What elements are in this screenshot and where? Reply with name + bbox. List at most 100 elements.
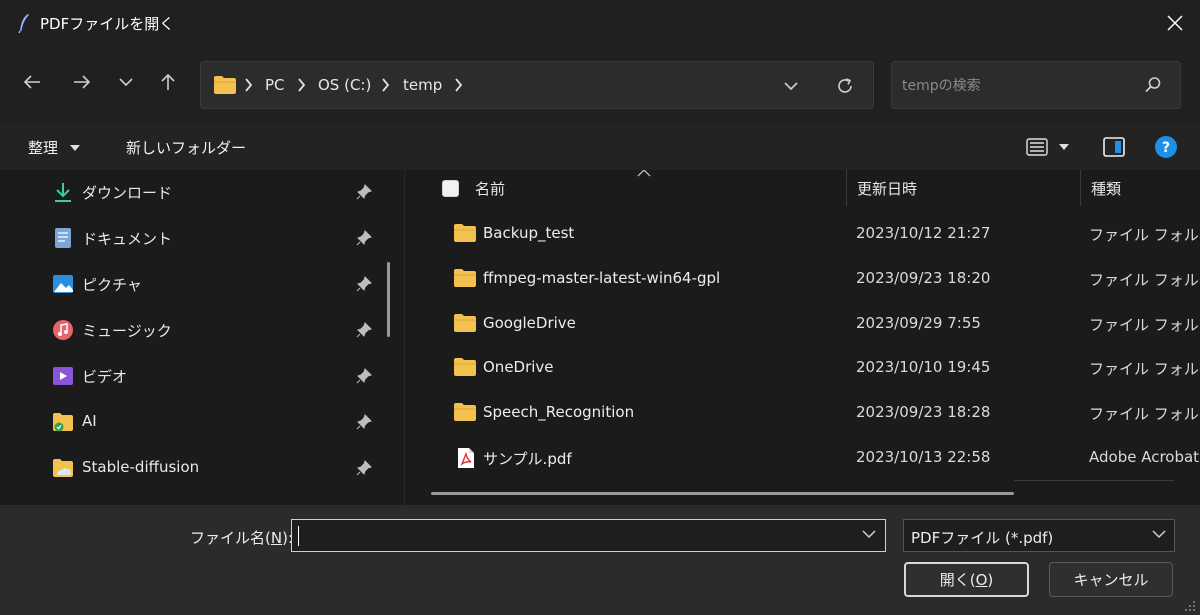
arrow-up-icon [161,73,175,90]
file-date: 2023/10/13 22:58 [856,448,991,466]
command-bar: 整理 新しいフォルダー ? [0,124,1200,170]
music-icon [53,320,73,340]
scrollbar-track [1014,480,1174,481]
pdf-icon [458,448,474,468]
file-date: 2023/09/29 7:55 [856,314,981,332]
view-options-button[interactable] [1020,134,1076,160]
pin-icon[interactable] [356,414,372,430]
column-name[interactable]: 名前 [475,178,505,199]
close-button[interactable] [1150,0,1200,46]
search-input[interactable] [902,75,1132,97]
folder-icon [454,358,476,376]
file-type-filter[interactable]: PDFファイル (*.pdf) [903,519,1175,552]
file-row[interactable]: OneDrive 2023/10/10 19:45 ファイル フォルダー [405,346,1200,390]
sidebar-item-ai[interactable]: AI [0,400,390,446]
open-button[interactable]: 開く(O) [904,562,1029,597]
file-type: ファイル フォルダー [1089,226,1200,244]
organize-button[interactable]: 整理 [28,137,58,158]
sidebar-item-music[interactable]: ミュージック [0,308,390,354]
folder-icon [53,459,73,477]
breadcrumb-os-drive[interactable]: OS (C:) [318,76,371,94]
sidebar-item-stable-diffusion[interactable]: Stable-diffusion [0,446,390,492]
search-box[interactable] [891,61,1181,109]
file-row[interactable]: GoogleDrive 2023/09/29 7:55 ファイル フォルダー [405,302,1200,346]
file-row[interactable]: Backup_test 2023/10/12 21:27 ファイル フォルダー [405,212,1200,256]
breadcrumb-pc[interactable]: PC [265,76,285,94]
recent-locations-button[interactable] [110,66,142,98]
pin-icon[interactable] [356,322,372,338]
breadcrumb-temp[interactable]: temp [403,76,442,94]
navigation-pane: ダウンロード ドキュメント ピクチャ ミュージック ビデオ AI Stable-… [0,170,404,505]
caret-down-icon [1059,144,1069,150]
file-type: ファイル フォルダー [1089,405,1200,423]
file-row[interactable]: サンプル.pdf 2023/10/13 22:58 Adobe Acrobat … [405,436,1200,480]
file-name-panel: ファイル名(N): PDFファイル (*.pdf) 開く(O) キャンセル [0,505,1200,615]
file-row[interactable]: Speech_Recognition 2023/09/23 18:28 ファイル… [405,391,1200,435]
window-title: PDFファイルを開く [40,15,175,33]
search-icon [1145,77,1161,93]
title-bar: PDFファイルを開く [0,0,1200,46]
select-all-checkbox[interactable] [442,180,459,197]
pictures-icon [53,275,73,293]
file-date: 2023/10/10 19:45 [856,358,991,376]
folder-icon [454,269,476,287]
resize-grip-icon[interactable] [1184,600,1196,612]
new-folder-button[interactable]: 新しいフォルダー [126,137,246,158]
preview-pane-icon [1103,137,1125,157]
column-divider[interactable] [846,170,847,206]
address-bar[interactable]: PC OS (C:) temp [200,61,874,109]
file-name: GoogleDrive [483,314,576,332]
folder-icon [454,224,476,242]
pin-icon[interactable] [356,184,372,200]
file-name: Backup_test [483,224,575,242]
refresh-button[interactable] [829,73,861,99]
text-caret [298,526,299,546]
address-history-button[interactable] [779,76,803,96]
column-date-modified[interactable]: 更新日時 [857,178,917,199]
help-button[interactable]: ? [1152,134,1180,160]
sidebar-item-downloads[interactable]: ダウンロード [0,170,390,216]
chevron-down-icon[interactable] [862,529,876,539]
chevron-right-icon [382,78,390,92]
pin-icon[interactable] [356,368,372,384]
file-date: 2023/09/23 18:20 [856,269,991,287]
sidebar-item-videos[interactable]: ビデオ [0,354,390,400]
horizontal-scrollbar[interactable] [431,492,1014,495]
details-view-icon [1026,138,1048,156]
svg-text:?: ? [1162,140,1170,156]
filename-combobox[interactable] [291,519,886,552]
sidebar-scrollbar[interactable] [387,262,390,337]
sidebar-item-pictures[interactable]: ピクチャ [0,262,390,308]
file-row[interactable]: ffmpeg-master-latest-win64-gpl 2023/09/2… [405,257,1200,301]
folder-icon [454,314,476,332]
column-divider[interactable] [1080,170,1081,206]
sidebar-item-label: ドキュメント [82,230,173,248]
file-name: サンプル.pdf [483,450,572,468]
cancel-button[interactable]: キャンセル [1049,562,1173,597]
chevron-right-icon [455,78,463,92]
preview-pane-button[interactable] [1100,134,1128,160]
file-list: 名前 更新日時 種類 Backup_test 2023/10/12 21:27 … [405,170,1200,505]
pin-icon[interactable] [356,230,372,246]
file-date: 2023/09/23 18:28 [856,403,991,421]
up-button[interactable] [152,66,184,98]
help-icon: ? [1155,136,1177,158]
folder-icon [454,403,476,421]
sidebar-item-label: ビデオ [82,368,128,386]
sidebar-item-documents[interactable]: ドキュメント [0,216,390,262]
chevron-down-icon [1152,530,1166,539]
file-type-filter-value: PDFファイル (*.pdf) [911,529,1054,547]
filename-input[interactable] [298,524,848,548]
pin-icon[interactable] [356,460,372,476]
column-type[interactable]: 種類 [1091,178,1121,199]
forward-button[interactable] [66,66,98,98]
file-name: OneDrive [483,358,554,376]
arrow-right-icon [74,75,91,89]
folder-icon [53,413,73,432]
file-name: Speech_Recognition [483,403,635,421]
back-button[interactable] [16,66,48,98]
videos-icon [53,367,73,385]
sidebar-item-label: Stable-diffusion [82,458,200,476]
pin-icon[interactable] [356,276,372,292]
quill-icon [18,14,29,33]
